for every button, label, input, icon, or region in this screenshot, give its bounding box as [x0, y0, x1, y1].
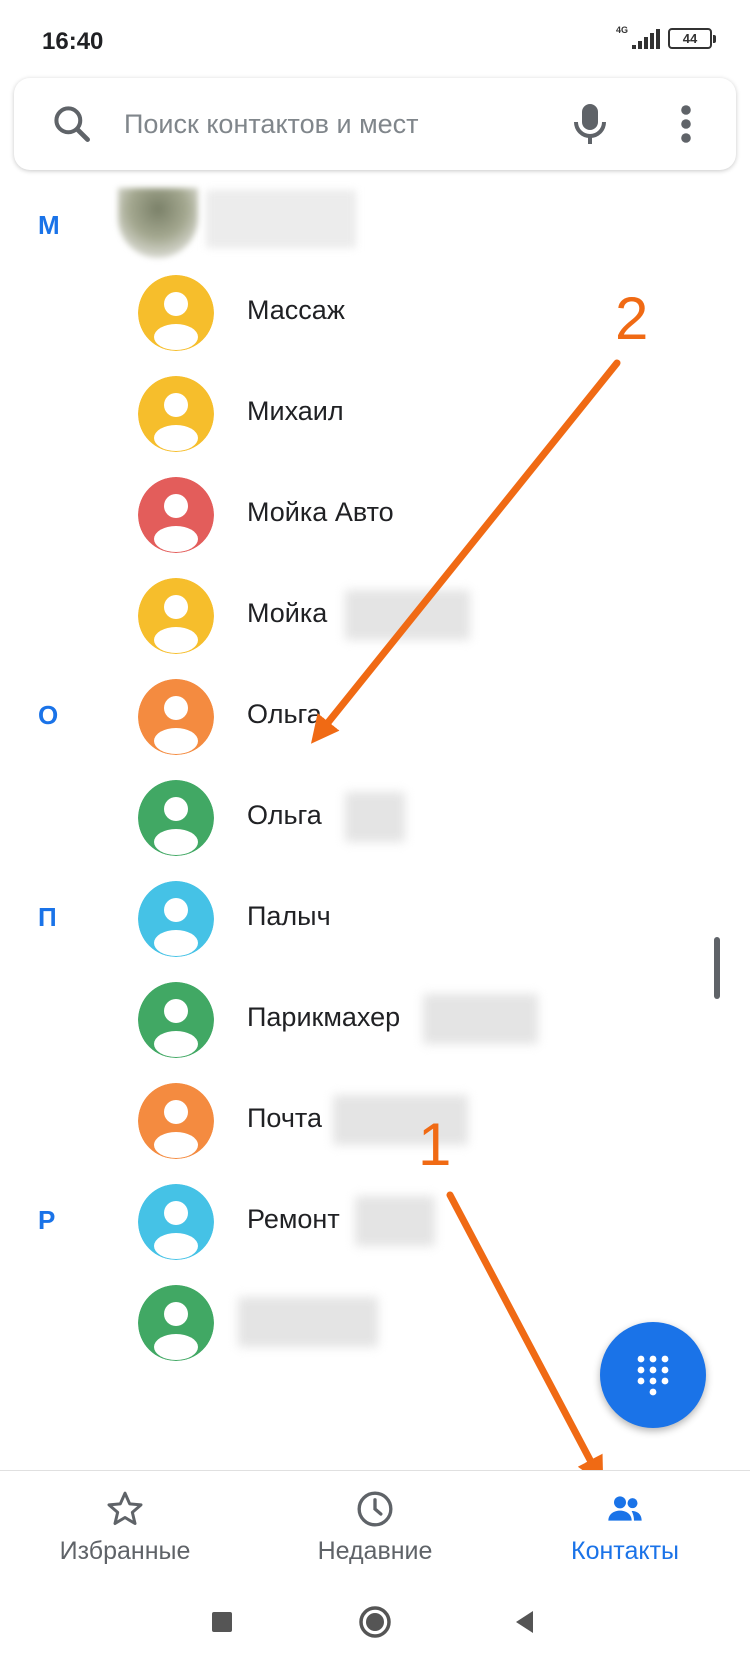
- contact-name: Почта: [247, 1103, 322, 1133]
- tab-favorites[interactable]: Избранные: [0, 1471, 250, 1581]
- blurred-avatar: [118, 188, 198, 258]
- contact-name: Мойка Авто: [247, 497, 394, 527]
- signal-icon: [632, 28, 660, 49]
- search-bar[interactable]: [14, 78, 736, 170]
- contact-row[interactable]: Почта: [0, 1069, 750, 1169]
- avatar: [138, 679, 214, 755]
- contact-row[interactable]: Михаил: [0, 362, 750, 462]
- tab-recent[interactable]: Недавние: [250, 1471, 500, 1581]
- blurred-name: [206, 190, 356, 248]
- star-icon: [107, 1491, 143, 1525]
- contact-name: Палыч: [247, 901, 331, 931]
- contact-row[interactable]: Мойка Авто: [0, 463, 750, 563]
- blurred-text: [345, 792, 405, 842]
- dialpad-icon: [637, 1355, 669, 1396]
- avatar: [138, 477, 214, 553]
- annotation-label-2: 2: [615, 285, 649, 352]
- recents-square-icon[interactable]: [202, 1602, 242, 1642]
- contact-row[interactable]: Палыч: [0, 867, 750, 967]
- people-icon: [608, 1496, 642, 1521]
- tab-label: Контакты: [571, 1537, 679, 1565]
- tab-label: Недавние: [317, 1537, 433, 1565]
- search-input[interactable]: [124, 100, 524, 148]
- scrollbar-thumb[interactable]: [714, 937, 720, 999]
- tab-contacts[interactable]: Контакты: [500, 1471, 750, 1581]
- search-icon[interactable]: [50, 102, 94, 146]
- status-indicators: 4G 44: [615, 24, 716, 49]
- status-time: 16:40: [42, 28, 104, 55]
- section-letter: М: [38, 210, 60, 240]
- avatar: [138, 780, 214, 856]
- bottom-navigation: Избранные Недавние Контакты: [0, 1470, 750, 1580]
- mic-icon[interactable]: [570, 100, 610, 148]
- contact-row[interactable]: Мойка: [0, 564, 750, 664]
- contact-row[interactable]: Парикмахер: [0, 968, 750, 1068]
- blurred-text: [423, 994, 538, 1044]
- contact-name: Массаж: [247, 295, 345, 325]
- dialpad-button[interactable]: [600, 1322, 706, 1428]
- contact-row[interactable]: Ремонт: [0, 1170, 750, 1270]
- contact-row[interactable]: Ольга: [0, 665, 750, 765]
- contact-name: Парикмахер: [247, 1002, 401, 1032]
- battery-icon: 44: [668, 28, 716, 49]
- contact-name: Ольга: [247, 699, 322, 729]
- contact-name: Ольга: [247, 800, 322, 830]
- annotation-label-1: 1: [418, 1111, 452, 1178]
- avatar: [138, 376, 214, 452]
- blurred-text: [238, 1297, 378, 1347]
- home-circle-icon[interactable]: [355, 1602, 395, 1642]
- back-triangle-icon[interactable]: [505, 1602, 545, 1642]
- status-bar: 16:40 4G 44: [0, 0, 750, 80]
- avatar: [138, 1083, 214, 1159]
- avatar: [138, 1184, 214, 1260]
- system-navigation: [0, 1580, 750, 1667]
- blurred-text: [345, 590, 470, 640]
- avatar: [138, 578, 214, 654]
- battery-level: 44: [682, 31, 698, 46]
- avatar: [138, 881, 214, 957]
- more-vert-icon[interactable]: [678, 104, 694, 144]
- blurred-text: [355, 1196, 435, 1246]
- contact-row[interactable]: Ольга: [0, 766, 750, 866]
- contact-row-blurred[interactable]: [0, 180, 750, 260]
- contact-name: Михаил: [247, 396, 344, 426]
- network-type: 4G: [615, 24, 628, 35]
- clock-icon: [357, 1491, 393, 1527]
- avatar: [138, 275, 214, 351]
- contact-name: Мойка: [247, 598, 328, 628]
- avatar: [138, 1285, 214, 1361]
- contact-name: Ремонт: [247, 1204, 340, 1234]
- avatar: [138, 982, 214, 1058]
- tab-label: Избранные: [59, 1537, 191, 1565]
